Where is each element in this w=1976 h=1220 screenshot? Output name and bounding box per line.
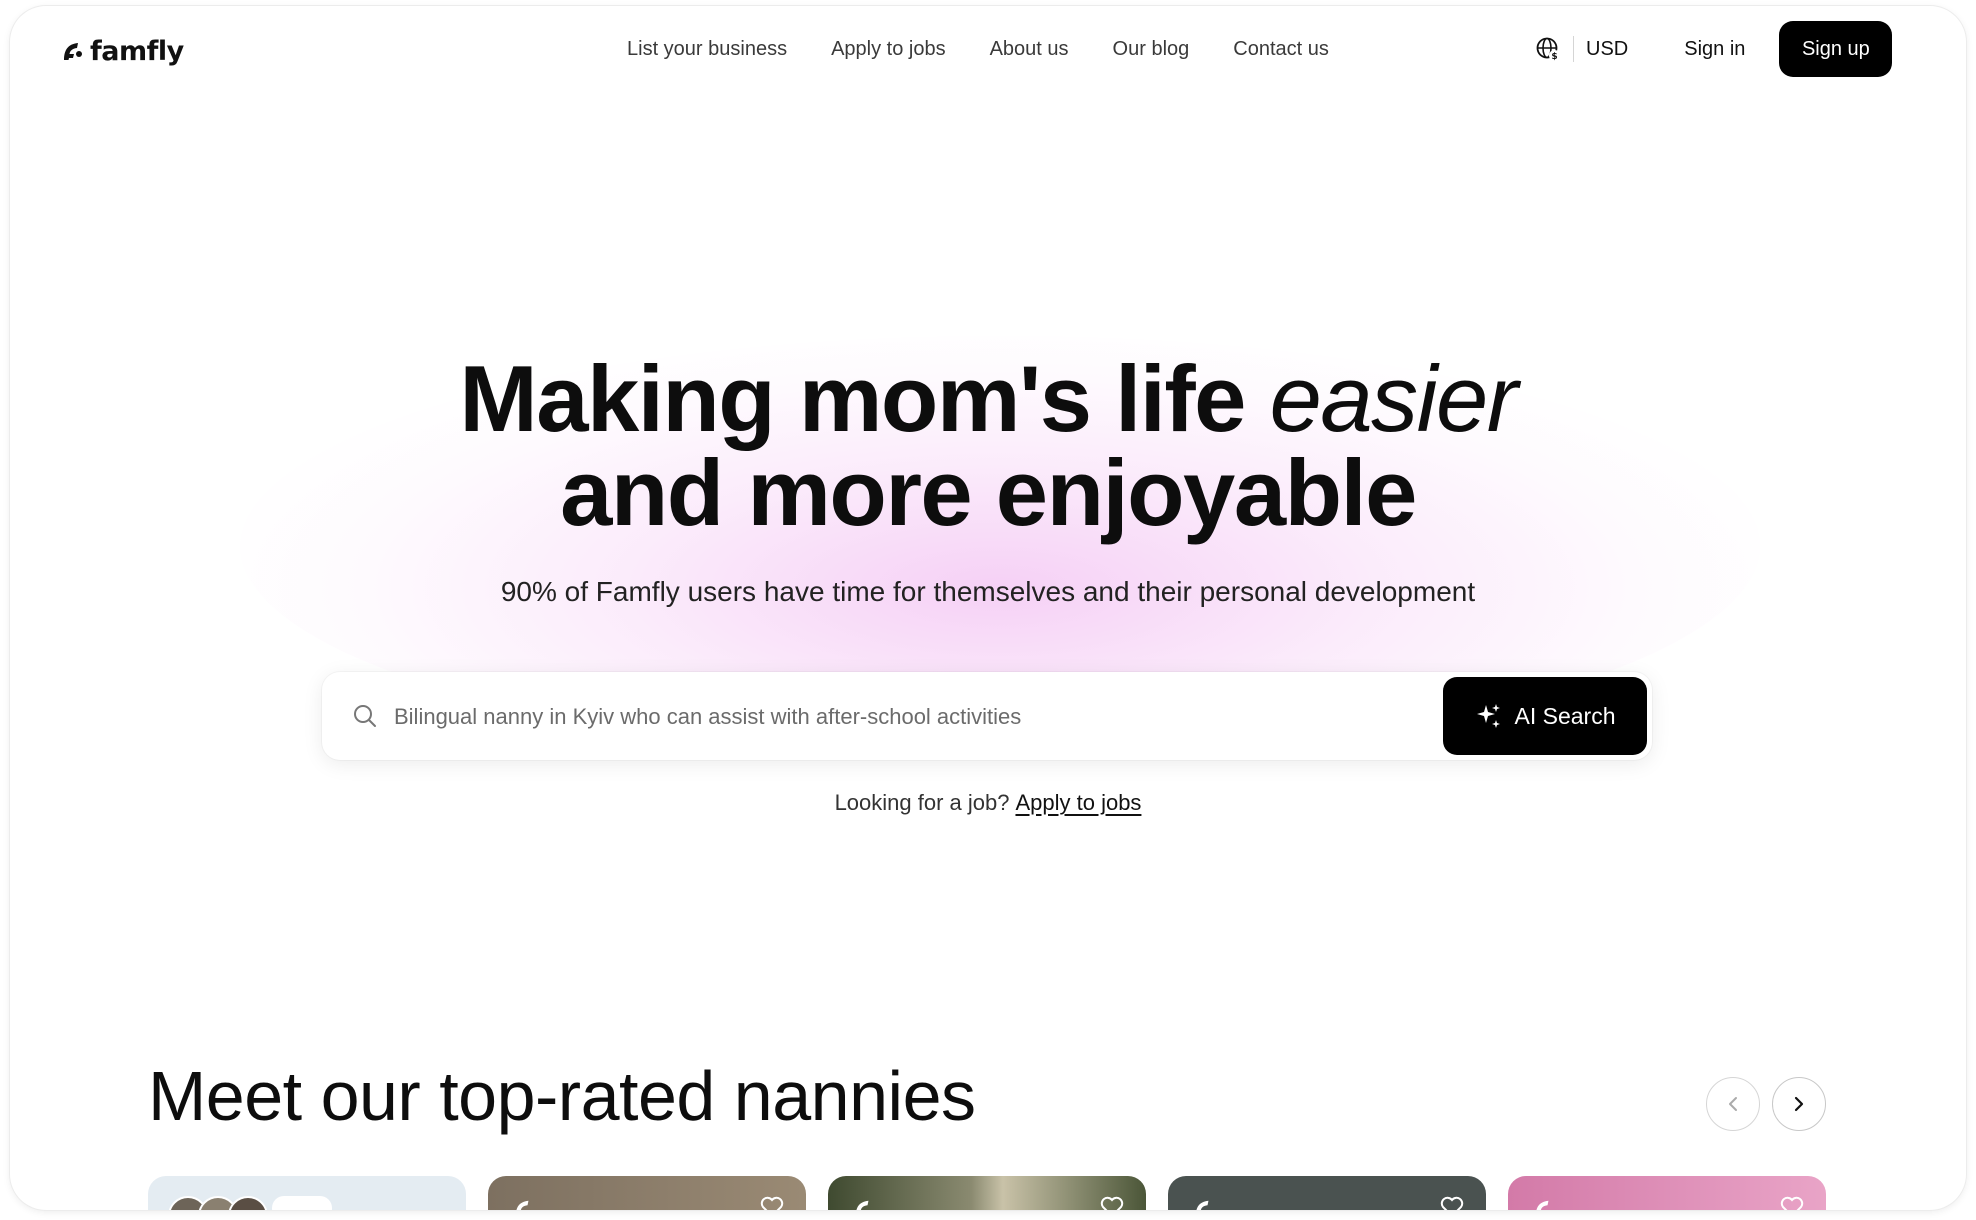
nanny-card[interactable]: [148, 1176, 466, 1210]
heart-icon[interactable]: [760, 1196, 784, 1210]
hero-title: Making mom's life easier and more enjoya…: [10, 352, 1966, 540]
famfly-logo-icon: [64, 43, 82, 60]
heart-icon[interactable]: [1440, 1196, 1464, 1210]
heart-icon[interactable]: [1100, 1196, 1124, 1210]
hero-subtitle: 90% of Famfly users have time for themse…: [500, 576, 1476, 607]
browser-frame: famfly List your business Apply to jobs …: [10, 6, 1966, 1210]
famfly-logo-icon: [1536, 1200, 1549, 1210]
brand-name: famfly: [90, 35, 184, 67]
nanny-card[interactable]: [1168, 1176, 1486, 1210]
globe-currency-icon: $: [1536, 37, 1560, 62]
nanny-card[interactable]: [828, 1176, 1146, 1210]
job-prompt: Looking for a job? Apply to jobs: [10, 790, 1966, 816]
carousel-prev-button[interactable]: [1706, 1077, 1760, 1131]
svg-text:$: $: [1551, 52, 1557, 62]
nav-contact-us[interactable]: Contact us: [1233, 38, 1329, 61]
main-nav: List your business Apply to jobs About u…: [627, 38, 1329, 61]
nannies-section-title: Meet our top-rated nannies: [148, 1057, 976, 1135]
chevron-right-icon: [1794, 1096, 1804, 1112]
ai-search-button[interactable]: AI Search: [1443, 677, 1647, 755]
nav-list-your-business[interactable]: List your business: [627, 38, 787, 61]
site-header: famfly List your business Apply to jobs …: [10, 6, 1966, 98]
nanny-cards: [148, 1176, 1826, 1210]
header-actions: $ USD Sign in Sign up: [1535, 21, 1893, 77]
sparkles-icon: [1476, 704, 1500, 728]
hero-title-line2: and more enjoyable: [560, 440, 1417, 545]
sign-up-button[interactable]: Sign up: [1779, 21, 1893, 77]
hero-title-line1: Making mom's life: [459, 346, 1270, 451]
currency-divider: [1573, 36, 1574, 62]
nanny-card[interactable]: [1508, 1176, 1826, 1210]
currency-selector[interactable]: $ USD: [1535, 36, 1628, 62]
ai-search-label: AI Search: [1514, 702, 1616, 729]
search-icon: [354, 705, 376, 727]
search-bar: AI Search: [322, 672, 1652, 760]
brand-logo[interactable]: famfly: [60, 34, 184, 68]
famfly-logo-icon: [1196, 1200, 1209, 1210]
job-prompt-text: Looking for a job?: [834, 790, 1010, 815]
count-pill: [272, 1196, 332, 1210]
famfly-logo-icon: [856, 1200, 869, 1210]
chevron-left-icon: [1729, 1097, 1737, 1111]
hero-title-italic: easier: [1269, 346, 1519, 451]
famfly-logo-icon: [516, 1200, 529, 1210]
carousel-next-button[interactable]: [1772, 1077, 1826, 1131]
avatar-group: [168, 1196, 268, 1210]
nav-about-us[interactable]: About us: [990, 38, 1069, 61]
apply-to-jobs-link[interactable]: Apply to jobs: [1015, 790, 1141, 815]
avatar: [228, 1196, 268, 1210]
currency-label: USD: [1586, 37, 1629, 60]
nanny-card[interactable]: [488, 1176, 806, 1210]
search-input[interactable]: [392, 694, 1396, 740]
nav-our-blog[interactable]: Our blog: [1113, 38, 1190, 61]
nav-apply-to-jobs[interactable]: Apply to jobs: [831, 38, 946, 61]
sign-in-button[interactable]: Sign in: [1684, 38, 1745, 61]
heart-icon[interactable]: [1780, 1196, 1804, 1210]
